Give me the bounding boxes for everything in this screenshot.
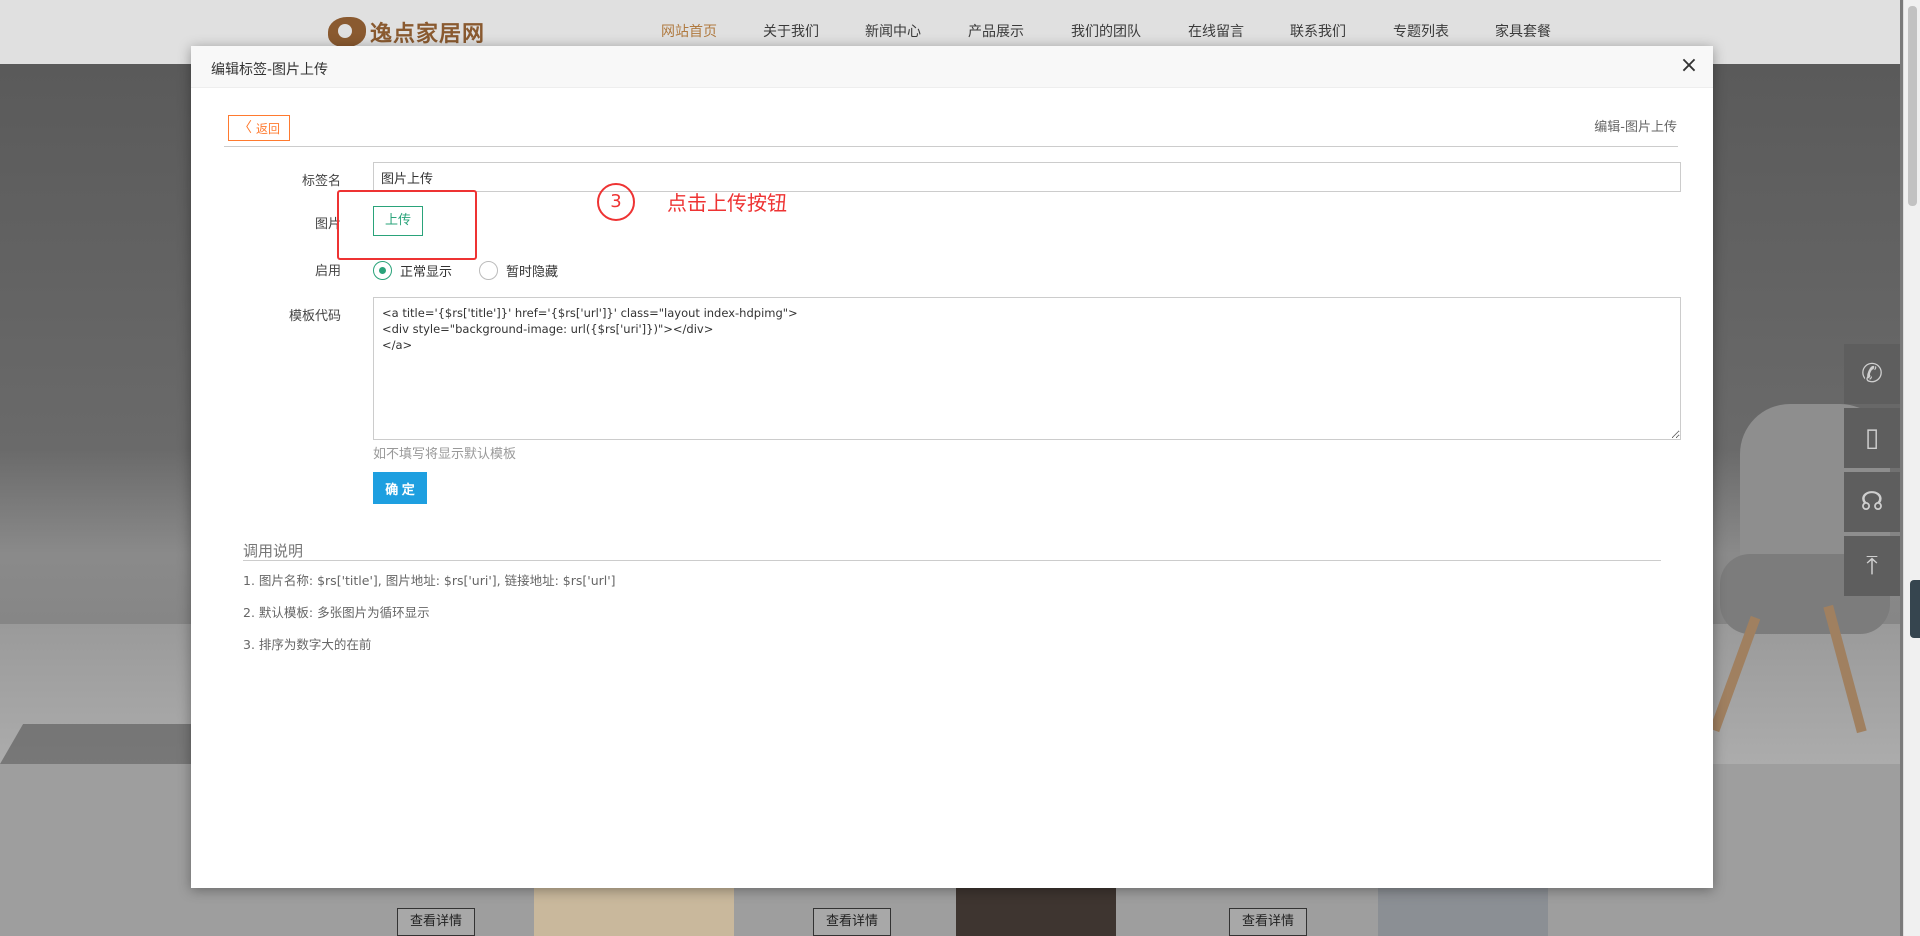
radio-normal-display[interactable]: 正常显示 bbox=[373, 261, 452, 280]
back-button-label: 返回 bbox=[255, 121, 280, 136]
close-icon[interactable]: × bbox=[1677, 54, 1701, 78]
page-subtitle: 编辑-图片上传 bbox=[1594, 120, 1677, 135]
divider bbox=[243, 560, 1661, 561]
image-label: 图片 bbox=[314, 217, 341, 232]
annotation-step-number: 3 bbox=[597, 183, 635, 221]
modal-titlebar: 编辑标签-图片上传 × bbox=[191, 46, 1713, 88]
radio-label: 暂时隐藏 bbox=[506, 265, 559, 280]
edit-tag-modal: 编辑标签-图片上传 × 〈 返回 编辑-图片上传 标签名 图片 上传 3 点击上… bbox=[191, 46, 1713, 888]
floating-widget-tab[interactable] bbox=[1910, 580, 1920, 638]
tag-name-input[interactable] bbox=[373, 162, 1681, 192]
divider bbox=[224, 146, 1678, 147]
modal-title: 编辑标签-图片上传 bbox=[211, 62, 329, 78]
template-code-label: 模板代码 bbox=[288, 309, 341, 324]
enable-label: 启用 bbox=[314, 264, 341, 279]
scrollbar-thumb[interactable] bbox=[1908, 6, 1917, 206]
radio-checked-icon[interactable] bbox=[373, 261, 392, 280]
help-title: 调用说明 bbox=[243, 542, 304, 560]
radio-label: 正常显示 bbox=[400, 265, 453, 280]
help-line: 3. 排序为数字大的在前 bbox=[243, 637, 372, 652]
chevron-left-icon: 〈 bbox=[237, 120, 252, 136]
template-hint: 如不填写将显示默认模板 bbox=[373, 447, 517, 462]
help-line: 2. 默认模板: 多张图片为循环显示 bbox=[243, 605, 430, 620]
annotation-step-text: 点击上传按钮 bbox=[667, 191, 787, 215]
radio-temporarily-hide[interactable]: 暂时隐藏 bbox=[479, 261, 558, 280]
annotation-highlight-box bbox=[337, 190, 477, 260]
template-code-textarea[interactable]: <a title='{$rs['title']}' href='{$rs['ur… bbox=[373, 297, 1681, 440]
radio-unchecked-icon[interactable] bbox=[479, 261, 498, 280]
confirm-button[interactable]: 确 定 bbox=[373, 472, 427, 504]
back-button[interactable]: 〈 返回 bbox=[228, 115, 290, 141]
page-scrollbar[interactable] bbox=[1903, 0, 1920, 936]
help-line: 1. 图片名称: $rs['title'], 图片地址: $rs['uri'],… bbox=[243, 573, 616, 588]
tag-name-label: 标签名 bbox=[301, 174, 341, 189]
